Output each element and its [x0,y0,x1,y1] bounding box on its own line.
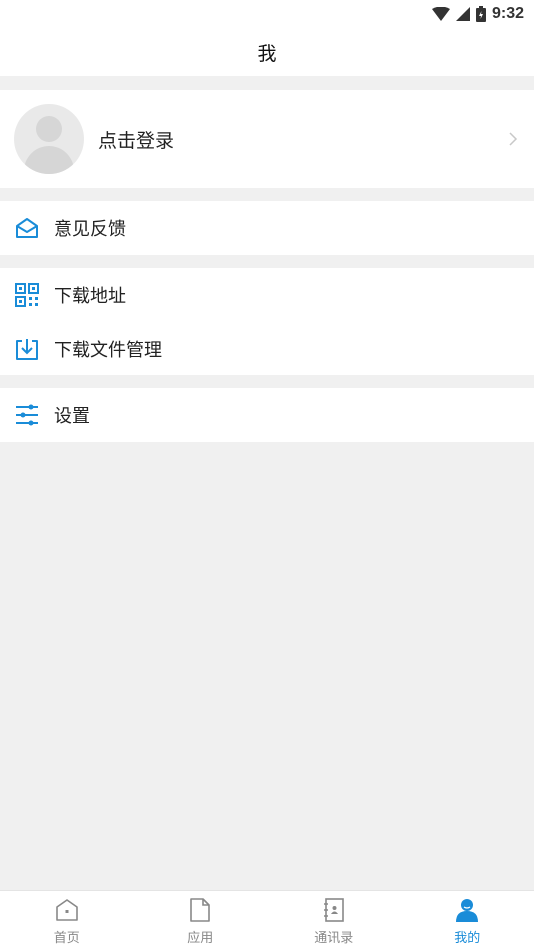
download-icon [14,336,40,362]
settings-section: 设置 [0,388,534,442]
mail-icon [14,215,40,241]
login-label: 点击登录 [98,129,175,152]
chevron-right-icon [509,132,518,146]
menu-item-label: 下载文件管理 [54,340,162,361]
tab-apps[interactable]: 应用 [134,891,268,950]
menu-item-label: 意见反馈 [54,219,126,240]
app-header: 我 [0,28,534,76]
tab-contacts[interactable]: 通讯录 [267,891,401,950]
menu-item-settings[interactable]: 设置 [0,388,534,442]
home-icon [54,897,80,923]
login-row[interactable]: 点击登录 [0,90,534,188]
contacts-icon [321,897,347,923]
tab-me[interactable]: 我的 [401,891,534,950]
menu-item-label: 设置 [54,406,90,427]
status-bar: 9:32 [0,0,534,28]
menu-item-download-address[interactable]: 下载地址 [0,268,534,322]
menu-item-feedback[interactable]: 意见反馈 [0,201,534,255]
tab-label: 首页 [53,931,80,946]
tab-label: 应用 [187,931,214,946]
menu-item-download-file-management[interactable]: 下载文件管理 [0,322,534,376]
avatar [14,104,84,174]
status-time: 9:32 [491,5,524,22]
person-icon [454,897,480,923]
battery-icon [475,6,486,22]
tab-label: 我的 [454,931,481,946]
feedback-section: 意见反馈 [0,201,534,255]
bottom-tab-bar: 首页 应用 通讯录 我的 [0,890,534,950]
tab-home[interactable]: 首页 [0,891,134,950]
sliders-icon [14,402,40,428]
document-icon [187,897,213,923]
cellular-signal-icon [455,7,470,21]
page-title: 我 [257,42,277,65]
qr-code-icon [14,282,40,308]
tab-label: 通讯录 [314,931,354,946]
downloads-section: 下载地址 下载文件管理 [0,268,534,375]
menu-item-label: 下载地址 [54,286,126,307]
wifi-icon [431,7,450,21]
